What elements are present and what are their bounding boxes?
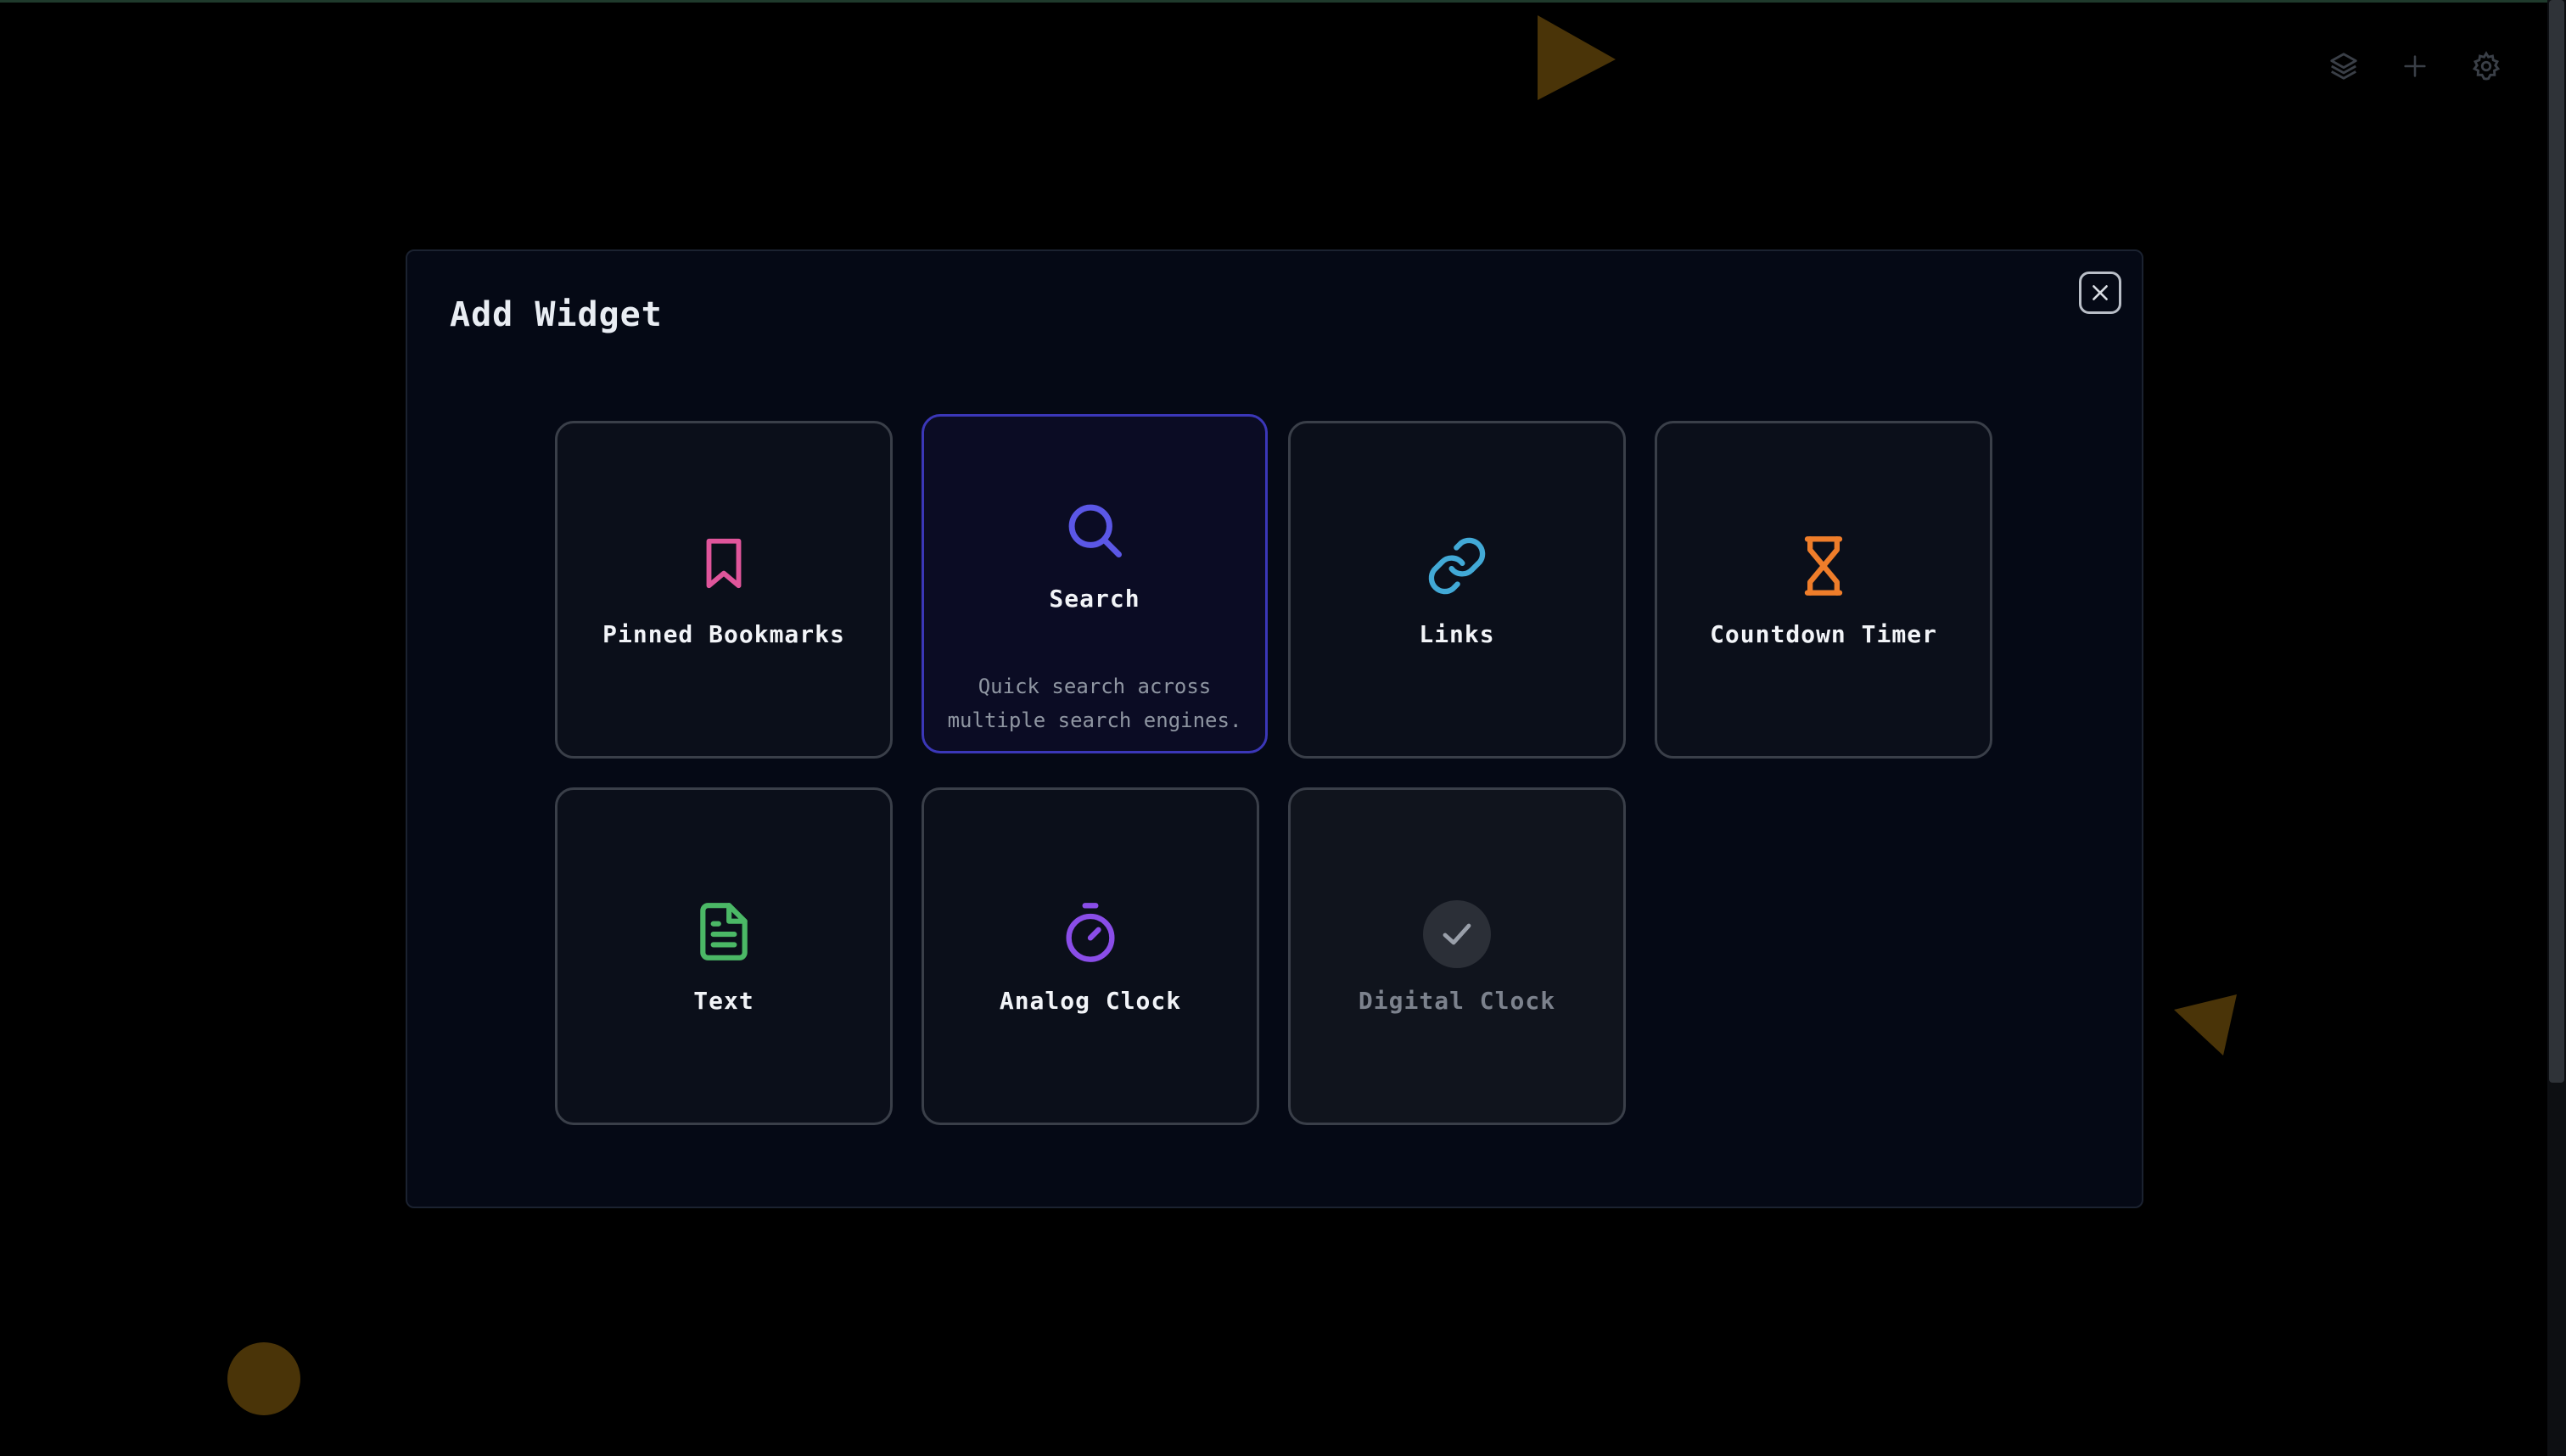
widget-label: Countdown Timer <box>1710 620 1937 648</box>
plus-icon[interactable] <box>2398 44 2432 88</box>
close-button[interactable] <box>2079 272 2121 314</box>
widget-card-analog-clock[interactable]: Analog Clock <box>922 787 1259 1125</box>
widget-card-text[interactable]: Text <box>555 787 893 1125</box>
bookmark-icon <box>706 538 742 589</box>
search-icon <box>1068 504 1122 557</box>
widget-label: Search <box>1049 585 1140 613</box>
widget-label: Pinned Bookmarks <box>602 620 845 648</box>
scrollbar[interactable] <box>2547 0 2566 1456</box>
document-icon <box>700 903 748 960</box>
gear-icon[interactable] <box>2469 44 2503 88</box>
layers-icon[interactable] <box>2327 44 2361 88</box>
top-border-line <box>0 0 2549 3</box>
hourglass-icon <box>1804 536 1843 596</box>
modal-title: Add Widget <box>450 295 663 334</box>
stopwatch-icon <box>1066 903 1115 962</box>
widget-description: Quick search across multiple search engi… <box>947 675 1242 732</box>
triangle-decoration <box>2174 994 2237 1056</box>
widget-card-search[interactable]: Search Quick search across multiple sear… <box>922 414 1268 753</box>
close-icon <box>2093 285 2108 300</box>
widget-card-countdown-timer[interactable]: Countdown Timer <box>1655 421 1992 759</box>
widget-label: Text <box>693 987 754 1015</box>
widget-label: Links <box>1419 620 1495 648</box>
circle-decoration <box>227 1342 300 1415</box>
check-icon <box>1423 900 1491 968</box>
widget-card-digital-clock[interactable]: Digital Clock <box>1288 787 1626 1125</box>
scrollbar-thumb[interactable] <box>2549 0 2564 1083</box>
triangle-decoration <box>1538 15 1616 100</box>
widget-card-pinned-bookmarks[interactable]: Pinned Bookmarks <box>555 421 893 759</box>
link-icon <box>1428 537 1486 595</box>
widget-card-links[interactable]: Links <box>1288 421 1626 759</box>
top-toolbar <box>2327 44 2503 88</box>
widget-label: Digital Clock <box>1358 987 1556 1015</box>
widget-label: Analog Clock <box>999 987 1182 1015</box>
